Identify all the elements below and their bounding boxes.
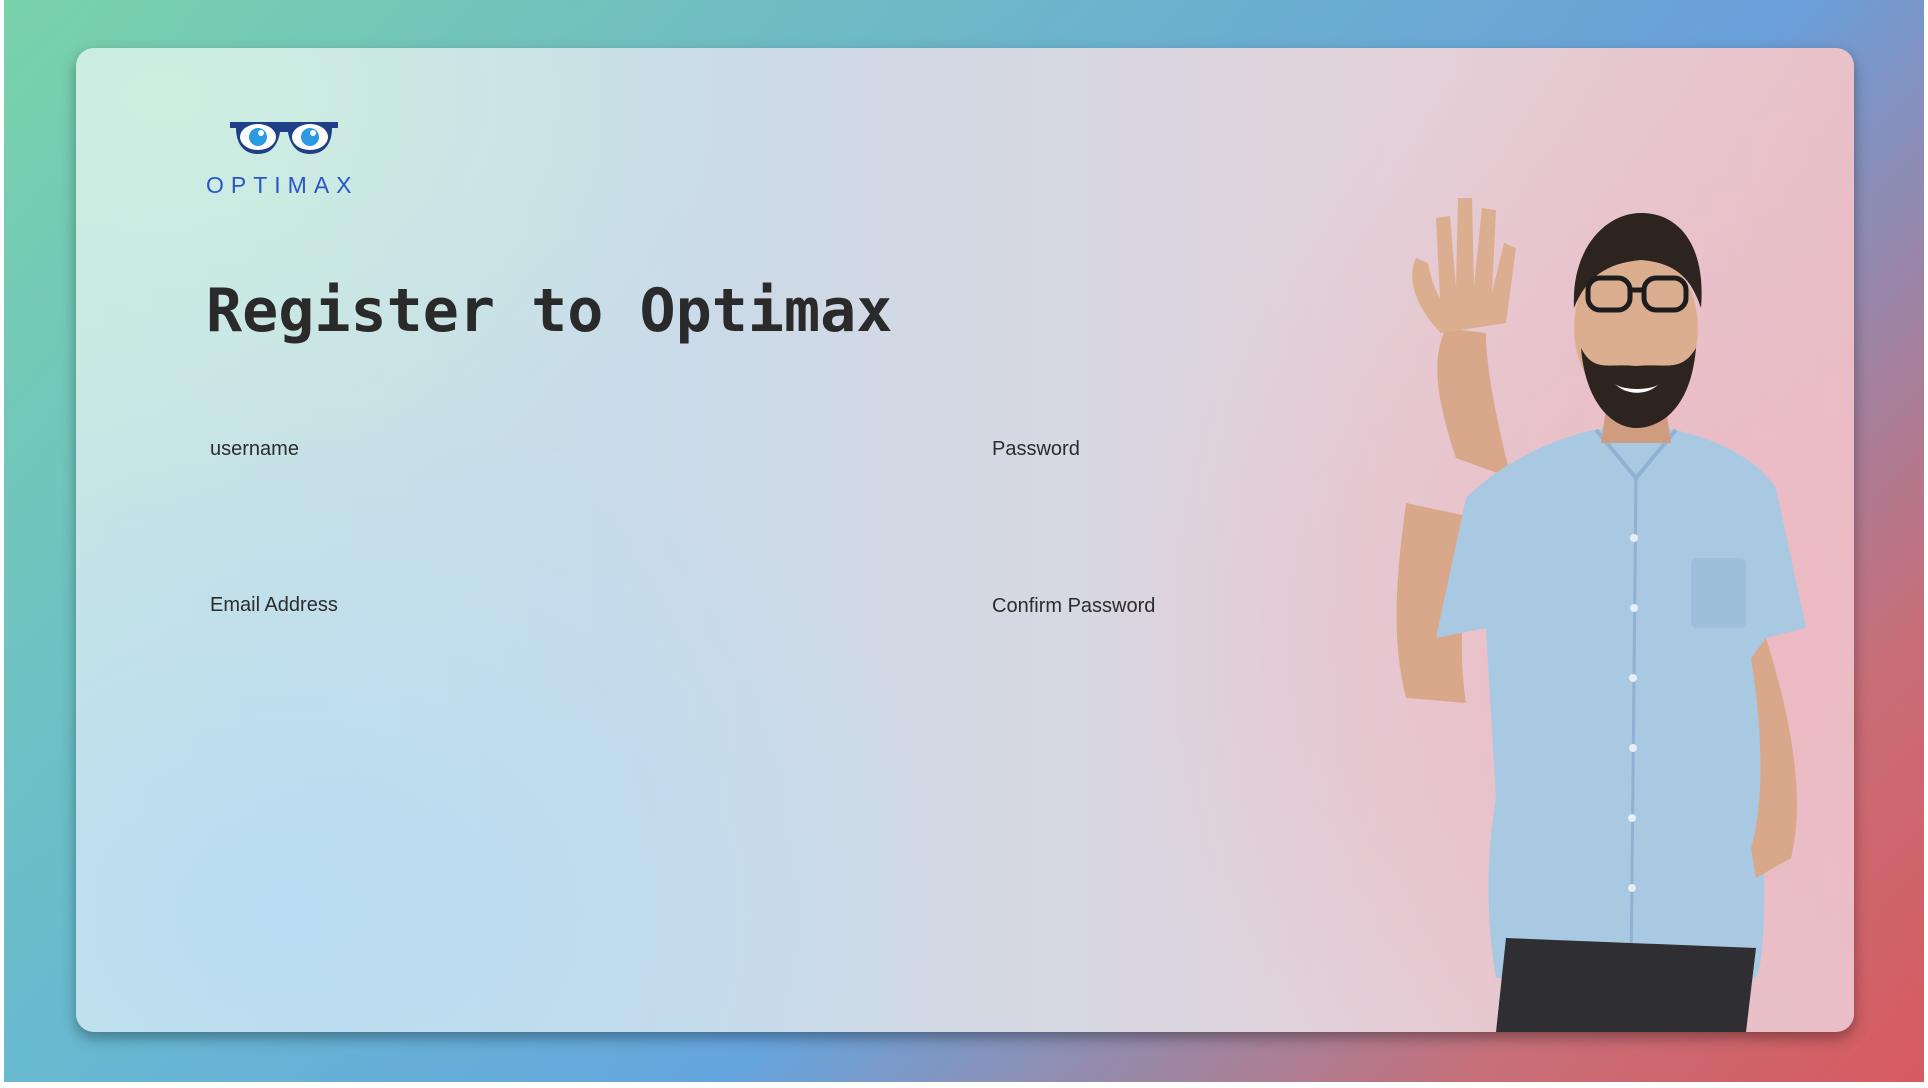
confirm-password-input[interactable]	[992, 623, 1296, 677]
password-input[interactable]	[992, 466, 1296, 520]
page-background: OPTIMAX Register to Optimax username Pas…	[4, 0, 1924, 1082]
waving-man-illustration	[1396, 198, 1806, 1032]
page-title: Register to Optimax	[206, 276, 893, 346]
email-input[interactable]	[210, 622, 734, 676]
username-label: username	[210, 438, 299, 460]
password-label: Password	[992, 438, 1080, 460]
glasses-icon	[230, 122, 338, 154]
confirm-password-label: Confirm Password	[992, 595, 1156, 617]
register-card: OPTIMAX Register to Optimax username Pas…	[76, 48, 1854, 1032]
brand-logo: OPTIMAX	[206, 118, 376, 208]
brand-name: OPTIMAX	[206, 172, 359, 198]
username-input[interactable]	[210, 466, 734, 520]
email-label: Email Address	[210, 594, 338, 616]
